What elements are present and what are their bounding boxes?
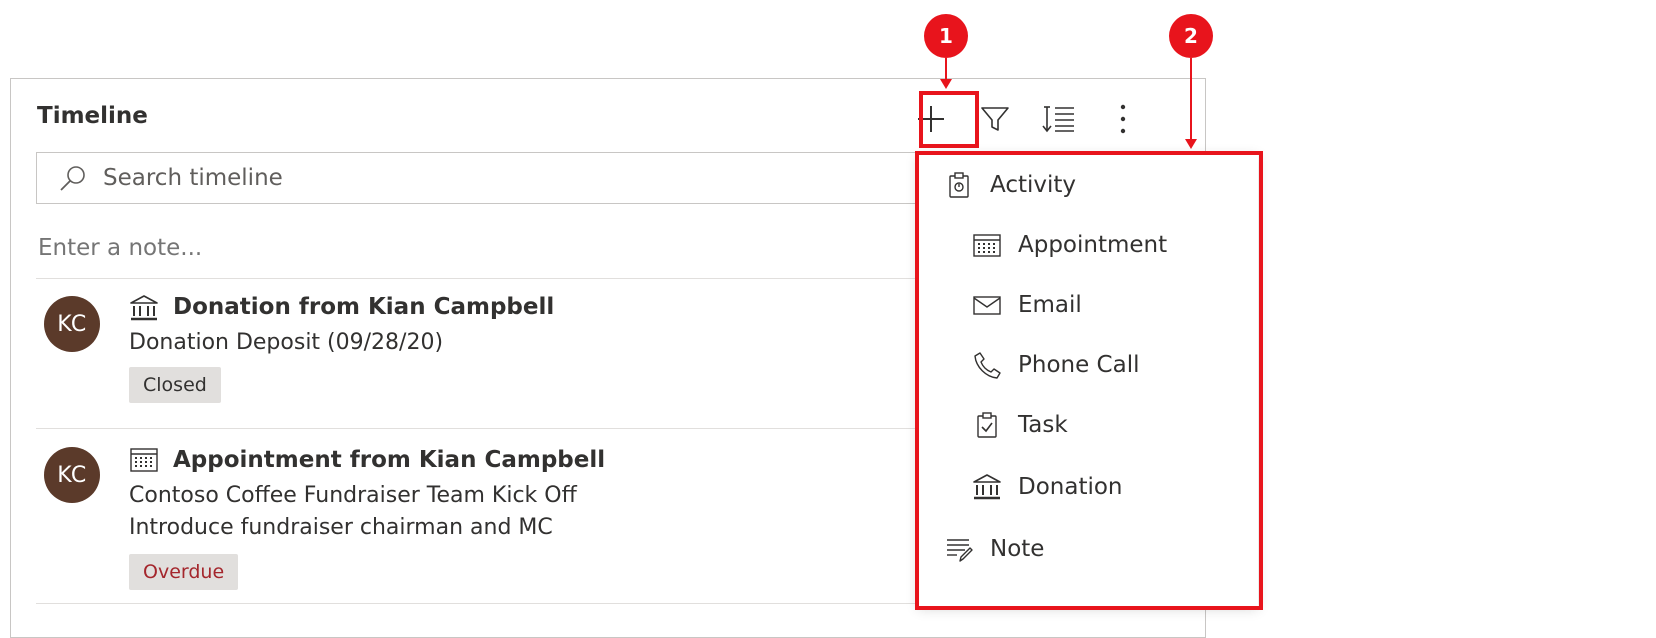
search-box[interactable] — [36, 152, 936, 204]
timeline-item-description: Donation Deposit (09/28/20) — [129, 330, 444, 355]
calendar-icon — [128, 443, 160, 475]
callout-box-1 — [919, 91, 979, 148]
bank-icon — [128, 292, 160, 324]
arrow-head-2 — [1185, 139, 1197, 149]
divider — [36, 278, 936, 279]
more-options-button[interactable] — [1096, 92, 1150, 146]
note-input[interactable] — [36, 234, 920, 262]
avatar: KC — [44, 447, 100, 503]
callout-badge-1: 1 — [924, 14, 968, 58]
status-badge: Overdue — [129, 554, 239, 590]
callout-line-1 — [945, 58, 947, 80]
search-input[interactable] — [101, 164, 865, 192]
timeline-item-title: Donation from Kian Campbell — [173, 294, 555, 320]
timeline-item-title: Appointment from Kian Campbell — [173, 447, 606, 473]
divider — [36, 603, 936, 604]
search-icon — [55, 160, 91, 196]
callout-box-2 — [915, 151, 1263, 610]
divider — [36, 428, 936, 429]
timeline-item-description: Introduce fundraiser chairman and MC — [129, 515, 553, 540]
callout-badge-2: 2 — [1169, 14, 1213, 58]
timeline-item-description: Contoso Coffee Fundraiser Team Kick Off — [129, 483, 577, 508]
filter-icon — [981, 107, 1009, 131]
sort-button[interactable] — [1032, 92, 1086, 146]
callout-line-2 — [1190, 58, 1192, 140]
sort-icon — [1042, 106, 1074, 133]
more-vertical-icon — [1120, 104, 1126, 134]
timeline-title: Timeline — [37, 103, 148, 129]
avatar: KC — [44, 296, 100, 352]
arrow-head-1 — [940, 79, 952, 89]
status-badge: Closed — [129, 367, 221, 403]
